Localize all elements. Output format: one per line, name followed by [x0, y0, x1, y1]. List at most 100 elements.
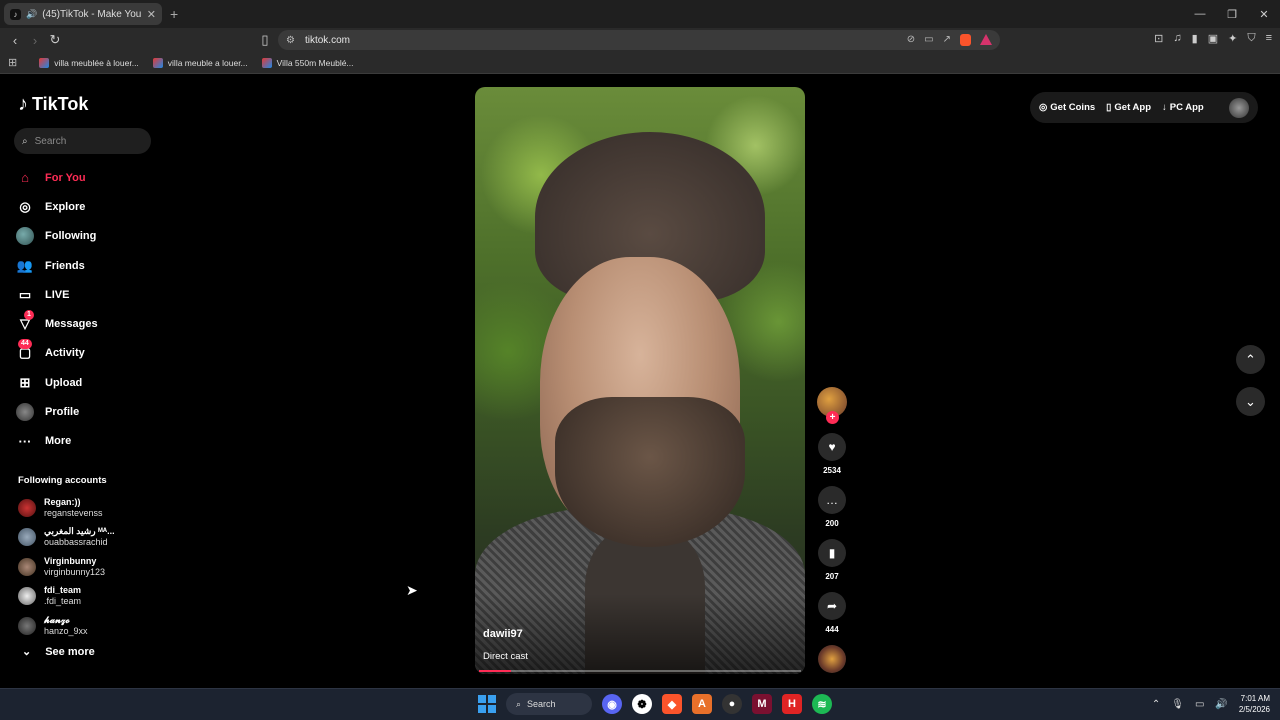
spotify-icon[interactable]: ≋ — [812, 694, 832, 714]
nav-label: More — [45, 435, 72, 448]
restore-icon[interactable]: ❐ — [1216, 0, 1248, 28]
window-controls: — ❐ ✕ — [1184, 0, 1280, 28]
close-tab-icon[interactable]: ✕ — [147, 8, 156, 21]
clock[interactable]: 7:01 AM 2/5/2026 — [1239, 693, 1270, 715]
forward-icon[interactable]: › — [26, 31, 44, 49]
video-username[interactable]: dawii97 — [483, 628, 523, 640]
friends-icon: 👥 — [16, 257, 34, 273]
comment-button[interactable]: … — [818, 486, 846, 514]
tray-chevron-icon[interactable]: ⌃ — [1152, 699, 1160, 710]
sidebar-item-friends[interactable]: 👥 Friends — [16, 251, 156, 280]
vpn-icon[interactable]: ⛉ — [1247, 32, 1255, 45]
search-input[interactable]: ⌕ Search — [14, 128, 151, 154]
windows-start-icon[interactable] — [478, 695, 496, 713]
list-item[interactable]: Regan:)) reganstevenss — [18, 493, 168, 523]
brave-rewards-icon[interactable] — [980, 34, 992, 45]
see-more-button[interactable]: ⌄ See more — [22, 645, 95, 659]
sidebar-item-upload[interactable]: ⊞ Upload — [16, 368, 156, 397]
see-more-label: See more — [45, 645, 95, 658]
bookmark-icon[interactable]: ▯ — [256, 31, 274, 49]
brave-icon[interactable]: ◆ — [662, 694, 682, 714]
following-accounts-heading: Following accounts — [18, 475, 107, 486]
following-accounts-list: Regan:)) reganstevenss رشيد المغربي ᴹᴬ...… — [18, 493, 168, 641]
back-icon[interactable]: ‹ — [6, 31, 24, 49]
list-item[interactable]: رشيد المغربي ᴹᴬ... ouabbassrachid — [18, 523, 168, 553]
avatar[interactable] — [1229, 97, 1249, 118]
site-info-icon[interactable]: ⚙ — [286, 35, 295, 46]
speaker-icon[interactable]: 🔊 — [26, 9, 37, 20]
save-button[interactable]: ▮ — [818, 539, 846, 567]
get-app-button[interactable]: ▯ Get App — [1106, 102, 1151, 113]
list-item[interactable]: fdi_team .fdi_team — [18, 582, 168, 612]
app-h-icon[interactable]: H — [782, 694, 802, 714]
screenshot-icon[interactable]: ⊡ — [1154, 32, 1163, 45]
app-circle-icon[interactable]: ● — [722, 694, 742, 714]
reload-icon[interactable]: ↻ — [46, 31, 64, 49]
microphone-icon[interactable]: 🎙 — [1171, 699, 1184, 710]
nav-label: Profile — [45, 406, 80, 419]
creator-avatar[interactable]: + — [817, 387, 847, 424]
sidebar-item-messages[interactable]: ▽ 1 Messages — [16, 309, 156, 338]
tiktok-logo[interactable]: ♪ TikTok — [18, 93, 88, 116]
wallet-icon[interactable]: ▣ — [1208, 32, 1218, 45]
sidebar-item-live[interactable]: ▭ LIVE — [16, 280, 156, 309]
minimize-icon[interactable]: — — [1184, 0, 1216, 28]
sidebar-item-activity[interactable]: ▢ 44 Activity — [16, 339, 156, 368]
get-coins-button[interactable]: ◎ Get Coins — [1039, 102, 1095, 113]
reader-icon[interactable]: ⊘ — [907, 34, 915, 46]
comment-icon: … — [826, 493, 838, 507]
sidebar-item-for-you[interactable]: ⌂ For You — [16, 163, 156, 192]
video-gradient — [475, 594, 805, 674]
apps-grid-icon[interactable]: ⊞ — [8, 56, 17, 69]
nav-label: Messages — [45, 318, 98, 331]
send-icon: ▽ 1 — [16, 310, 34, 333]
taskbar-search[interactable]: ⌕ Search — [506, 693, 592, 715]
url-text: tiktok.com — [304, 34, 350, 46]
nav-label: Following — [45, 230, 97, 243]
share-icon[interactable]: ↗ — [943, 34, 951, 46]
top-right-actions: ◎ Get Coins ▯ Get App ↓ PC App — [1030, 92, 1258, 123]
coin-icon: ◎ — [1039, 102, 1048, 113]
sidebar-item-profile[interactable]: Profile — [16, 397, 156, 426]
address-bar[interactable]: ⚙ tiktok.com ⊘ ▭ ↗ — [278, 30, 1000, 50]
video-player[interactable]: dawii97 Direct cast — [475, 87, 805, 674]
sidebar-icon[interactable]: ▮ — [1192, 32, 1198, 45]
follow-plus-icon[interactable]: + — [826, 411, 839, 424]
menu-icon[interactable]: ≡ — [1266, 32, 1272, 45]
next-video-button[interactable]: ⌄ — [1236, 387, 1265, 416]
cast-icon[interactable]: ▭ — [924, 34, 933, 46]
nav-label: LIVE — [45, 288, 70, 301]
bookmark-item[interactable]: Villa 550m Meublé... — [261, 57, 354, 68]
volume-icon[interactable]: 🔊 — [1215, 699, 1227, 710]
messages-badge: 1 — [24, 310, 34, 321]
discord-icon[interactable]: ◉ — [602, 694, 622, 714]
network-icon[interactable]: ▭ — [1195, 699, 1204, 710]
sidebar-item-explore[interactable]: ◎ Explore — [16, 192, 156, 221]
bookmark-item[interactable]: villa meuble a louer... — [152, 57, 248, 68]
pc-app-button[interactable]: ↓ PC App — [1162, 102, 1204, 113]
chevron-up-icon: ⌃ — [1245, 351, 1256, 367]
list-item[interactable]: 𝓱𝓪𝓷𝔃𝓸 hanzo_9xx — [18, 611, 168, 641]
previous-video-button[interactable]: ⌃ — [1236, 345, 1265, 374]
leo-ai-icon[interactable]: ✦ — [1228, 32, 1237, 45]
activity-icon: ▢ 44 — [18, 339, 32, 361]
app-m-icon[interactable]: M — [752, 694, 772, 714]
brave-shields-icon[interactable] — [960, 34, 971, 46]
sidebar-item-more[interactable]: ··· More — [16, 427, 156, 456]
list-item[interactable]: Virginbunny virginbunny123 — [18, 552, 168, 582]
bookmark-item[interactable]: villa meublée à louer... — [39, 57, 139, 68]
new-tab-button[interactable]: + — [170, 6, 178, 22]
media-icon[interactable]: ♫ — [1173, 32, 1181, 45]
like-button[interactable]: ♥ — [818, 433, 846, 461]
close-window-icon[interactable]: ✕ — [1248, 0, 1280, 28]
sidebar-item-following[interactable]: Following — [16, 222, 156, 251]
chatgpt-icon[interactable]: ❁ — [632, 694, 652, 714]
nav-label: Upload — [45, 376, 83, 389]
share-button[interactable]: ➦ — [818, 592, 846, 620]
bookmark-favicon-icon — [261, 57, 272, 68]
browser-toolbar-right: ⊡ ♫ ▮ ▣ ✦ ⛉ ≡ — [1154, 32, 1272, 45]
app-a-icon[interactable]: A — [692, 694, 712, 714]
video-progress-bar[interactable] — [479, 670, 801, 672]
browser-tab[interactable]: ♪ 🔊 (45)TikTok - Make Your Day ✕ — [4, 3, 162, 25]
music-disc[interactable] — [818, 645, 846, 673]
